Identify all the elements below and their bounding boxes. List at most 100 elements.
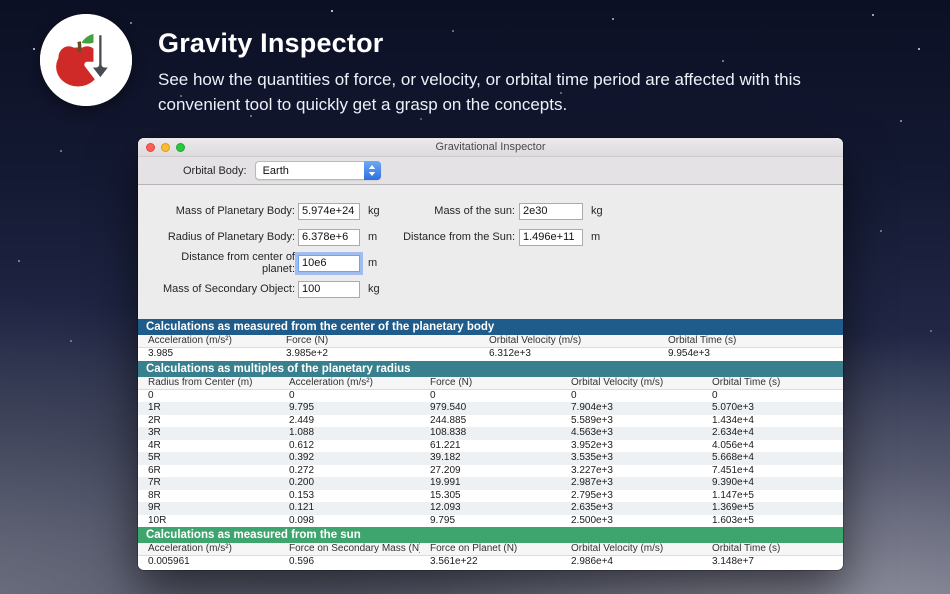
table-cell: 9.795 <box>430 514 456 526</box>
table-cell: 3.985 <box>148 348 174 359</box>
table-cell: 1R <box>148 402 161 413</box>
hero-subtitle-line1: See how the quantities of force, or velo… <box>158 70 801 89</box>
table-cell: 5.668e+4 <box>712 452 754 463</box>
distance-from-center-input[interactable] <box>295 251 363 275</box>
section-header-radius: Calculations as multiples of the planeta… <box>138 360 843 377</box>
table-cell: 0.612 <box>289 439 315 451</box>
table-cell: 0.098 <box>289 514 315 526</box>
table-cell: 39.182 <box>430 452 461 463</box>
minimize-button[interactable] <box>161 143 170 152</box>
hero-banner: Gravity Inspector See how the quantities… <box>40 10 801 116</box>
table-cell: 0.200 <box>289 477 315 488</box>
table-cell: 2.987e+3 <box>571 477 613 488</box>
table-cell: 15.305 <box>430 489 461 501</box>
unit-label: m <box>591 231 601 243</box>
zoom-button[interactable] <box>176 143 185 152</box>
column-header: Acceleration (m/s²) <box>289 376 373 388</box>
column-header: Acceleration (m/s²) <box>148 543 232 554</box>
table-cell: 5R <box>148 452 161 463</box>
form-row: Distance from center of planet: m <box>146 250 380 276</box>
table-cell: 0.121 <box>289 502 315 513</box>
table-cell: 9R <box>148 502 161 513</box>
table-cell: 5.070e+3 <box>712 402 754 413</box>
table-cell: 6R <box>148 464 161 476</box>
unit-label: m <box>368 257 378 269</box>
table-row[interactable]: 2R 2.449 244.885 5.589e+3 1.434e+4 <box>138 414 843 427</box>
table-cell: 244.885 <box>430 414 467 426</box>
table-cell: 7.451e+4 <box>712 464 754 476</box>
table-cell: 3.985e+2 <box>286 348 328 359</box>
table-cell: 0 <box>430 389 436 401</box>
table-row[interactable]: 8R 0.153 15.305 2.795e+3 1.147e+5 <box>138 489 843 502</box>
apple-arrow-icon <box>40 14 132 106</box>
table-cell: 2.795e+3 <box>571 489 613 501</box>
column-header: Acceleration (m/s²) <box>148 335 232 346</box>
table-row[interactable]: 4R 0.612 61.221 3.952e+3 4.056e+4 <box>138 439 843 452</box>
mass-planetary-body-label: Mass of Planetary Body: <box>175 205 295 217</box>
desktop-background: Gravity Inspector See how the quantities… <box>0 0 950 594</box>
column-header: Orbital Time (s) <box>668 335 737 346</box>
table-cell: 3.952e+3 <box>571 439 613 451</box>
table-cell: 7.904e+3 <box>571 402 613 413</box>
column-header: Force (N) <box>430 376 473 388</box>
column-header: Orbital Time (s) <box>712 376 781 388</box>
table-row[interactable]: 7R 0.200 19.991 2.987e+3 9.390e+4 <box>138 477 843 490</box>
close-button[interactable] <box>146 143 155 152</box>
orbital-body-label: Orbital Body: <box>183 164 247 177</box>
table-row[interactable]: 0 0 0 0 0 <box>138 389 843 402</box>
table-row[interactable]: 9R 0.121 12.093 2.635e+3 1.369e+5 <box>138 502 843 515</box>
column-header: Force on Secondary Mass (N) <box>289 543 420 554</box>
window-titlebar[interactable]: Gravitational Inspector <box>138 138 843 157</box>
distance-from-sun-input[interactable] <box>519 228 583 246</box>
window-toolbar: Orbital Body: Earth <box>138 157 843 185</box>
table-row[interactable]: 10R 0.098 9.795 2.500e+3 1.603e+5 <box>138 514 843 527</box>
table-row[interactable]: 0.005961 0.596 3.561e+22 2.986e+4 3.148e+7 <box>138 556 843 569</box>
mass-planetary-body-input[interactable] <box>298 202 360 220</box>
form-row: Mass of Secondary Object: kg <box>146 276 380 302</box>
orbital-body-select[interactable]: Earth <box>254 161 381 180</box>
table-cell: 2.634e+4 <box>712 427 754 438</box>
form-left-column: Mass of Planetary Body: kg Radius of Pla… <box>146 198 380 302</box>
column-header: Orbital Velocity (m/s) <box>489 335 582 346</box>
unit-label: kg <box>368 283 380 295</box>
table-cell: 0.596 <box>289 556 315 567</box>
form-row: Radius of Planetary Body: m <box>146 224 380 250</box>
table-row[interactable]: 5R 0.392 39.182 3.535e+3 5.668e+4 <box>138 452 843 465</box>
table-row[interactable]: 3R 1.088 108.838 4.563e+3 2.634e+4 <box>138 427 843 440</box>
table-cell: 979.540 <box>430 402 467 413</box>
table-cell: 0 <box>148 389 154 401</box>
mass-secondary-object-input[interactable] <box>298 280 360 298</box>
table-cell: 9.390e+4 <box>712 477 754 488</box>
table-cell: 0 <box>712 389 718 401</box>
radius-table: 0 0 0 0 0 1R 9.795 979.540 7.904e+3 5.070e+3 2R 2.4… <box>138 389 843 527</box>
table-cell: 1.369e+5 <box>712 502 754 513</box>
radius-planetary-body-label: Radius of Planetary Body: <box>167 231 295 243</box>
table-row[interactable]: 1R 9.795 979.540 7.904e+3 5.070e+3 <box>138 402 843 415</box>
table-cell: 7R <box>148 477 161 488</box>
unit-label: kg <box>591 205 603 217</box>
table-cell: 1.603e+5 <box>712 514 754 526</box>
distance-from-sun-label: Distance from the Sun: <box>403 231 515 243</box>
table-cell: 8R <box>148 489 161 501</box>
column-header: Orbital Velocity (m/s) <box>571 376 664 388</box>
table-cell: 3.148e+7 <box>712 556 754 567</box>
sun-table: 0.005961 0.596 3.561e+22 2.986e+4 3.148e+7 <box>138 556 843 569</box>
mass-of-sun-label: Mass of the sun: <box>434 205 515 217</box>
table-cell: 2.635e+3 <box>571 502 613 513</box>
table-cell: 3R <box>148 427 161 438</box>
parameters-form: Mass of Planetary Body: kg Radius of Pla… <box>138 185 843 319</box>
radius-planetary-body-input[interactable] <box>298 228 360 246</box>
table-cell: 12.093 <box>430 502 461 513</box>
mass-of-sun-input[interactable] <box>519 202 583 220</box>
traffic-lights <box>146 143 185 152</box>
table-cell: 61.221 <box>430 439 461 451</box>
table-cell: 1.434e+4 <box>712 414 754 426</box>
table-row[interactable]: 6R 0.272 27.209 3.227e+3 7.451e+4 <box>138 464 843 477</box>
table-cell: 27.209 <box>430 464 461 476</box>
table-cell: 4R <box>148 439 161 451</box>
table-cell: 1.088 <box>289 427 315 438</box>
hero-text: Gravity Inspector See how the quantities… <box>158 10 801 116</box>
form-row: Distance from the Sun: m <box>378 224 603 250</box>
table-row[interactable]: 3.985 3.985e+2 6.312e+3 9.954e+3 <box>138 348 843 361</box>
table-cell: 6.312e+3 <box>489 348 531 359</box>
